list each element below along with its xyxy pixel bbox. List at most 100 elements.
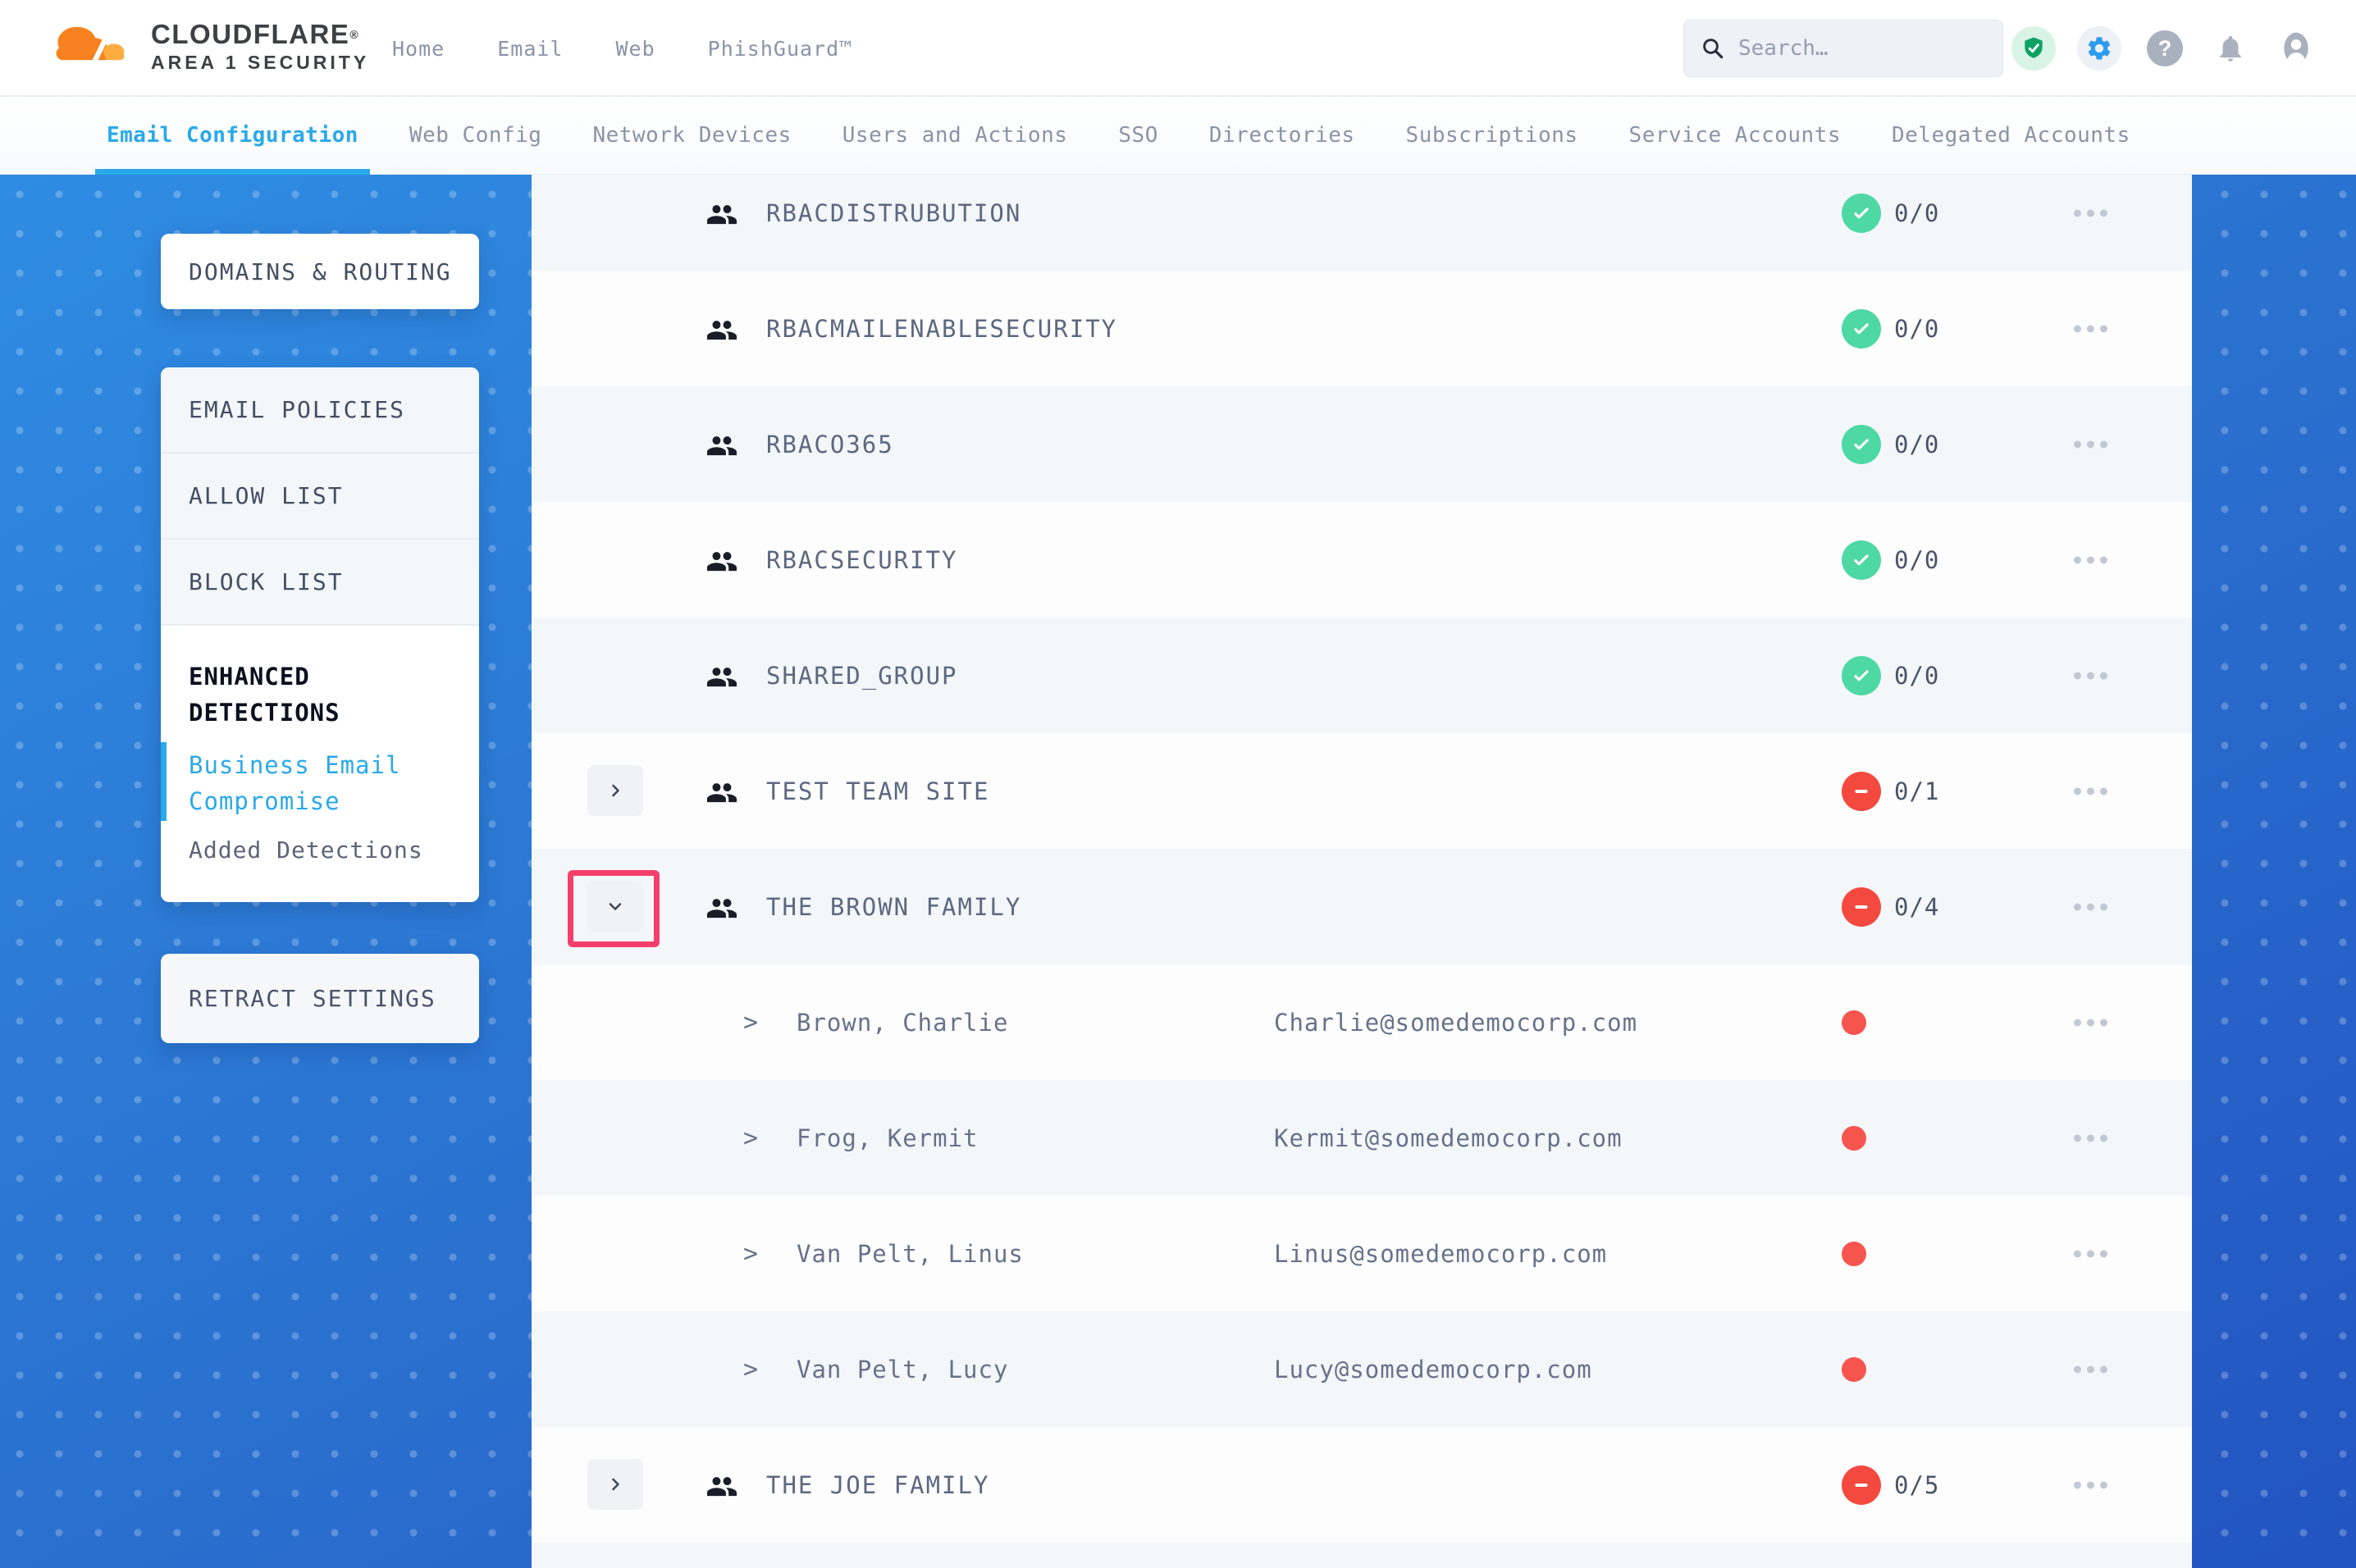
sidebar-item-label: RETRACT SETTINGS bbox=[189, 985, 436, 1012]
table-row: > Van Pelt, Lucy Lucy@somedemocorp.com bbox=[532, 1311, 2192, 1427]
secondary-tabbar: Email Configuration Web Config Network D… bbox=[0, 97, 2356, 175]
nav-email[interactable]: Email bbox=[497, 37, 563, 61]
table-row: THE JOE FAMILY 0/5 bbox=[532, 1427, 2192, 1543]
shield-check-icon bbox=[2020, 35, 2047, 62]
row-email: Lucy@somedemocorp.com bbox=[1274, 1356, 1592, 1383]
cloudflare-logo[interactable]: CLOUDFLARE® AREA 1 SECURITY bbox=[46, 15, 369, 79]
status-count: 0/5 bbox=[1894, 1471, 1939, 1499]
nav-phishguard[interactable]: PhishGuard™ bbox=[708, 37, 853, 61]
row-menu-button[interactable] bbox=[2067, 318, 2114, 339]
row-menu-button[interactable] bbox=[2067, 1128, 2114, 1148]
sidebar-item-added-detections[interactable]: Added Detections bbox=[189, 836, 423, 864]
status-badge bbox=[1842, 1465, 1881, 1505]
tab-users-and-actions[interactable]: Users and Actions bbox=[842, 97, 1068, 175]
row-menu-button[interactable] bbox=[2067, 434, 2114, 454]
sidebar-item-retract-settings[interactable]: RETRACT SETTINGS bbox=[161, 954, 479, 1043]
notifications-button[interactable] bbox=[2208, 26, 2253, 71]
tab-sso[interactable]: SSO bbox=[1118, 97, 1157, 175]
status-badge bbox=[1842, 887, 1881, 927]
row-email: Charlie@somedemocorp.com bbox=[1274, 1009, 1637, 1037]
row-menu-button[interactable] bbox=[2067, 781, 2114, 801]
area1-security-app: CLOUDFLARE® AREA 1 SECURITY Home Email W… bbox=[0, 0, 2356, 1568]
sidebar-item-domains-routing[interactable]: DOMAINS & ROUTING bbox=[161, 234, 479, 309]
row-name: RBACO365 bbox=[766, 431, 894, 458]
expand-toggle-button[interactable] bbox=[587, 1459, 643, 1510]
expand-toggle-button[interactable] bbox=[587, 881, 643, 932]
table-row: TEST TEAM SITE 0/1 bbox=[532, 733, 2192, 849]
status-count: 0/0 bbox=[1894, 315, 1939, 343]
row-menu-button[interactable] bbox=[2067, 896, 2114, 917]
row-menu-button[interactable] bbox=[2067, 203, 2114, 223]
status-dot bbox=[1842, 1126, 1866, 1151]
settings-button[interactable] bbox=[2077, 26, 2121, 71]
status-count: 0/0 bbox=[1894, 662, 1939, 690]
main-area: DOMAINS & ROUTING EMAIL POLICIES ALLOW L… bbox=[0, 175, 2356, 1568]
sidebar-item-business-email-compromise[interactable]: Business Email Compromise bbox=[189, 747, 435, 819]
tab-service-accounts[interactable]: Service Accounts bbox=[1629, 97, 1841, 175]
tab-subscriptions[interactable]: Subscriptions bbox=[1406, 97, 1578, 175]
nav-home[interactable]: Home bbox=[392, 37, 445, 61]
row-name: Brown, Charlie bbox=[797, 1009, 1008, 1037]
search-icon bbox=[1701, 36, 1725, 61]
row-name: THE JOE FAMILY bbox=[766, 1471, 989, 1499]
tab-web-config[interactable]: Web Config bbox=[409, 97, 542, 175]
expand-toggle-button[interactable] bbox=[587, 765, 643, 816]
status-badge bbox=[1842, 194, 1881, 233]
tab-directories[interactable]: Directories bbox=[1209, 97, 1355, 175]
row-menu-button[interactable] bbox=[2067, 1475, 2114, 1495]
help-icon: ? bbox=[2147, 30, 2183, 66]
status-dot bbox=[1842, 1242, 1866, 1266]
status-count: 0/1 bbox=[1894, 777, 1939, 805]
table-row: THE BROWN FAMILY 0/4 bbox=[532, 849, 2192, 964]
tab-email-configuration[interactable]: Email Configuration bbox=[107, 97, 358, 175]
registered-mark: ® bbox=[349, 28, 359, 41]
status-dot bbox=[1842, 1010, 1866, 1035]
status-badge bbox=[1842, 540, 1881, 580]
status-count: 0/0 bbox=[1894, 199, 1939, 227]
row-menu-button[interactable] bbox=[2067, 665, 2114, 686]
help-button[interactable]: ? bbox=[2143, 26, 2187, 71]
account-button[interactable] bbox=[2274, 26, 2318, 71]
logo-subtitle: AREA 1 SECURITY bbox=[151, 52, 369, 74]
search-input[interactable] bbox=[1738, 36, 1986, 61]
sidebar-item-label: BLOCK LIST bbox=[189, 568, 344, 595]
member-chevron-icon: > bbox=[743, 1239, 758, 1268]
security-status-button[interactable] bbox=[2011, 26, 2056, 71]
status-dot bbox=[1842, 1357, 1866, 1382]
sidebar-item-block-list[interactable]: BLOCK LIST bbox=[161, 540, 479, 626]
row-menu-button[interactable] bbox=[2067, 1243, 2114, 1264]
group-icon bbox=[705, 545, 738, 575]
sidebar-item-label: DOMAINS & ROUTING bbox=[189, 258, 452, 285]
sidebar-item-label: ALLOW LIST bbox=[189, 482, 344, 509]
groups-table-panel: RBACDISTRUBUTION 0/0 RBACMAILENABLESECUR… bbox=[532, 175, 2192, 1568]
sidebar-item-allow-list[interactable]: ALLOW LIST bbox=[161, 454, 479, 540]
sidebar-item-label: EMAIL POLICIES bbox=[189, 396, 405, 423]
table-row: SHARED_GROUP 0/0 bbox=[532, 618, 2192, 733]
tab-network-devices[interactable]: Network Devices bbox=[592, 97, 791, 175]
tab-delegated-accounts[interactable]: Delegated Accounts bbox=[1892, 97, 2130, 175]
primary-nav: Home Email Web PhishGuard™ bbox=[392, 0, 852, 97]
active-item-indicator-bar bbox=[161, 742, 167, 821]
row-name: Frog, Kermit bbox=[797, 1124, 979, 1152]
group-icon bbox=[705, 198, 738, 228]
row-name: Van Pelt, Linus bbox=[797, 1240, 1024, 1268]
row-menu-button[interactable] bbox=[2067, 549, 2114, 570]
table-row: RBACDISTRUBUTION 0/0 bbox=[532, 175, 2192, 271]
row-menu-button[interactable] bbox=[2067, 1359, 2114, 1379]
row-menu-button[interactable] bbox=[2067, 1012, 2114, 1032]
member-chevron-icon: > bbox=[743, 1355, 758, 1383]
row-name: RBACSECURITY bbox=[766, 546, 958, 574]
sidebar-section-enhanced-detections: ENHANCED DETECTIONS bbox=[189, 659, 435, 731]
sidebar-item-email-policies[interactable]: EMAIL POLICIES bbox=[161, 367, 479, 454]
status-badge bbox=[1842, 656, 1881, 695]
nav-web[interactable]: Web bbox=[615, 37, 655, 61]
header-icon-cluster: ? bbox=[2011, 0, 2318, 97]
sidebar-email-policies-card: EMAIL POLICIES ALLOW LIST BLOCK LIST ENH… bbox=[161, 367, 479, 902]
cloudflare-cloud-icon bbox=[46, 15, 135, 79]
row-name: TEST TEAM SITE bbox=[766, 777, 989, 805]
top-header: CLOUDFLARE® AREA 1 SECURITY Home Email W… bbox=[0, 0, 2356, 97]
row-name: RBACMAILENABLESECURITY bbox=[766, 315, 1117, 343]
status-badge bbox=[1842, 309, 1881, 349]
logo-wordmark: CLOUDFLARE bbox=[151, 19, 349, 49]
row-name: SHARED_GROUP bbox=[766, 662, 958, 690]
